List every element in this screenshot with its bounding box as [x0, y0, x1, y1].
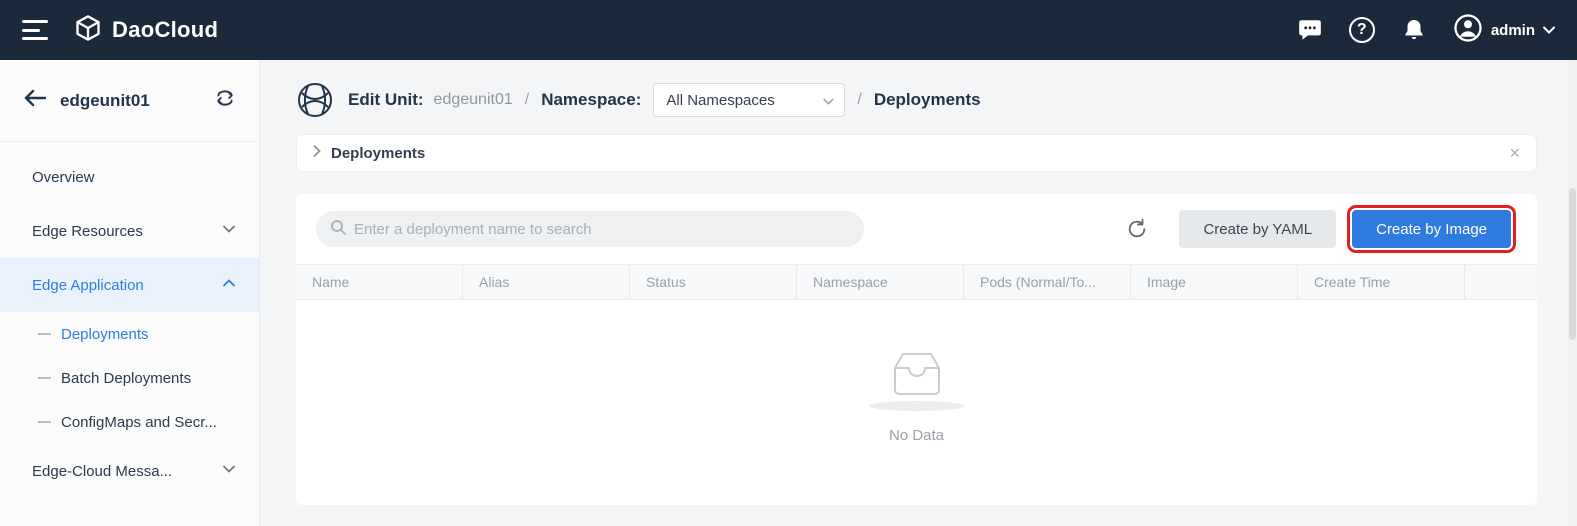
- chat-icon[interactable]: [1297, 17, 1323, 43]
- sidebar-item-configmaps-secrets[interactable]: ConfigMaps and Secr...: [0, 400, 259, 444]
- username: admin: [1491, 22, 1535, 39]
- back-arrow-icon[interactable]: [24, 89, 46, 112]
- table-header: Name Alias Status Namespace Pods (Normal…: [296, 264, 1537, 300]
- help-icon[interactable]: ?: [1349, 17, 1375, 43]
- breadcrumb: Deployments ×: [296, 134, 1537, 172]
- column-status[interactable]: Status: [630, 265, 797, 299]
- cube-logo-icon: [74, 14, 102, 47]
- column-actions: [1465, 265, 1537, 299]
- edit-unit-label: Edit Unit:: [348, 90, 424, 110]
- switch-unit-icon[interactable]: [215, 88, 235, 113]
- create-by-image-button[interactable]: Create by Image: [1352, 210, 1511, 248]
- create-by-yaml-button[interactable]: Create by YAML: [1179, 210, 1336, 248]
- unit-title: edgeunit01: [60, 91, 201, 111]
- edit-unit-header: Edit Unit: edgeunit01 / Namespace: All N…: [296, 80, 1537, 120]
- refresh-icon[interactable]: [1125, 217, 1149, 241]
- column-alias[interactable]: Alias: [463, 265, 630, 299]
- chevron-right-icon[interactable]: [313, 144, 321, 162]
- unit-mesh-icon: [296, 81, 334, 119]
- search-box: [316, 211, 864, 247]
- namespace-label: Namespace:: [541, 90, 641, 110]
- dash-icon: [38, 333, 51, 335]
- dash-icon: [38, 421, 51, 423]
- brand-name: DaoCloud: [112, 17, 218, 43]
- unit-name-value: edgeunit01: [434, 91, 513, 109]
- breadcrumb-label: Deployments: [331, 145, 1509, 162]
- avatar-icon: [1453, 13, 1483, 48]
- separator: /: [525, 91, 529, 109]
- brand-logo[interactable]: DaoCloud: [74, 14, 218, 47]
- menu-icon[interactable]: [22, 20, 48, 40]
- sidebar-item-batch-deployments[interactable]: Batch Deployments: [0, 356, 259, 400]
- deployments-card: Create by YAML Create by Image Name Alia…: [296, 194, 1537, 505]
- sidebar-item-edge-resources[interactable]: Edge Resources: [0, 204, 259, 258]
- main-content: Edit Unit: edgeunit01 / Namespace: All N…: [260, 60, 1577, 526]
- chevron-down-icon: [223, 225, 235, 237]
- empty-shadow: [869, 401, 965, 411]
- empty-state: No Data: [296, 300, 1537, 505]
- chevron-down-icon: [823, 92, 834, 109]
- toolbar: Create by YAML Create by Image: [296, 194, 1537, 264]
- user-menu[interactable]: admin: [1453, 13, 1555, 48]
- search-input[interactable]: [354, 221, 850, 238]
- dash-icon: [38, 377, 51, 379]
- search-icon: [330, 219, 346, 240]
- column-pods[interactable]: Pods (Normal/To...: [964, 265, 1131, 299]
- scrollbar[interactable]: [1568, 60, 1577, 526]
- section-title: Deployments: [874, 90, 981, 110]
- empty-text: No Data: [889, 427, 944, 444]
- chevron-up-icon: [223, 279, 235, 291]
- column-namespace[interactable]: Namespace: [797, 265, 964, 299]
- separator: /: [857, 91, 861, 109]
- namespace-select[interactable]: All Namespaces: [653, 83, 845, 117]
- notification-bell-icon[interactable]: [1401, 17, 1427, 43]
- chevron-down-icon: [1543, 21, 1555, 39]
- sidebar-item-overview[interactable]: Overview: [0, 150, 259, 204]
- sidebar: edgeunit01 Overview Edge Resources Edge …: [0, 60, 260, 526]
- column-name[interactable]: Name: [296, 265, 463, 299]
- topbar: DaoCloud ? admin: [0, 0, 1577, 60]
- scrollbar-thumb[interactable]: [1569, 188, 1576, 340]
- sidebar-item-edge-application[interactable]: Edge Application: [0, 258, 259, 312]
- empty-box-icon: [883, 348, 951, 405]
- sidebar-item-deployments[interactable]: Deployments: [0, 312, 259, 356]
- column-image[interactable]: Image: [1131, 265, 1298, 299]
- chevron-down-icon: [223, 465, 235, 477]
- close-icon[interactable]: ×: [1509, 144, 1520, 162]
- column-create-time[interactable]: Create Time: [1298, 265, 1465, 299]
- sidebar-item-edge-cloud-message[interactable]: Edge-Cloud Messa...: [0, 444, 259, 498]
